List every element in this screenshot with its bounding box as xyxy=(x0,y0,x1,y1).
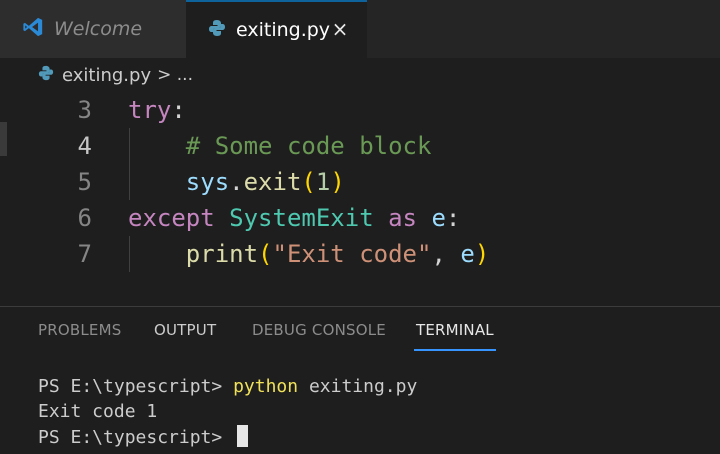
terminal-line: PS E:\typescript> python exiting.py xyxy=(38,376,418,397)
code-line: 3 try: xyxy=(0,92,720,128)
active-tab-indicator xyxy=(414,349,496,351)
line-number: 4 xyxy=(77,132,92,160)
code-editor[interactable]: 3 try: 4 # Some code block 5 sys.exit(1)… xyxy=(0,92,720,306)
code-text: try: xyxy=(128,96,186,124)
vscode-logo-icon xyxy=(22,16,44,42)
python-file-icon xyxy=(208,19,226,41)
tab-terminal[interactable]: TERMINAL xyxy=(416,321,494,339)
code-text: print("Exit code", e) xyxy=(185,240,490,268)
tab-output[interactable]: OUTPUT xyxy=(154,321,216,339)
terminal-line: Exit code 1 xyxy=(38,401,158,422)
line-number: 6 xyxy=(77,204,92,232)
tab-problems[interactable]: PROBLEMS xyxy=(38,321,121,339)
tab-label: exiting.py xyxy=(236,19,331,41)
tab-exiting-py[interactable]: exiting.py × xyxy=(186,0,367,58)
breadcrumb-file[interactable]: exiting.py xyxy=(62,65,151,86)
code-text: sys.exit(1) xyxy=(185,168,345,196)
line-number: 5 xyxy=(77,168,92,196)
tab-label: Welcome xyxy=(54,18,143,40)
close-icon[interactable]: × xyxy=(327,16,353,42)
code-line: 7 print("Exit code", e) xyxy=(0,236,720,272)
code-text: except SystemExit as e: xyxy=(128,204,461,232)
tab-bar: Welcome exiting.py × xyxy=(0,0,720,58)
breadcrumb: exiting.py > ... xyxy=(0,58,720,92)
code-line: 5 sys.exit(1) xyxy=(0,164,720,200)
code-line: 4 # Some code block xyxy=(0,128,720,164)
tab-welcome[interactable]: Welcome xyxy=(0,0,186,58)
line-number: 7 xyxy=(77,240,92,268)
breadcrumb-symbols[interactable]: > ... xyxy=(157,65,193,85)
code-line: 6 except SystemExit as e: xyxy=(0,200,720,236)
code-text: # Some code block xyxy=(185,132,432,160)
tab-debug-console[interactable]: DEBUG CONSOLE xyxy=(252,321,386,339)
python-file-icon xyxy=(38,65,54,85)
terminal-line[interactable]: PS E:\typescript> xyxy=(38,425,249,450)
bottom-panel: PROBLEMS OUTPUT DEBUG CONSOLE TERMINAL P… xyxy=(0,306,720,454)
terminal-cursor xyxy=(237,425,249,447)
line-number: 3 xyxy=(77,96,92,124)
